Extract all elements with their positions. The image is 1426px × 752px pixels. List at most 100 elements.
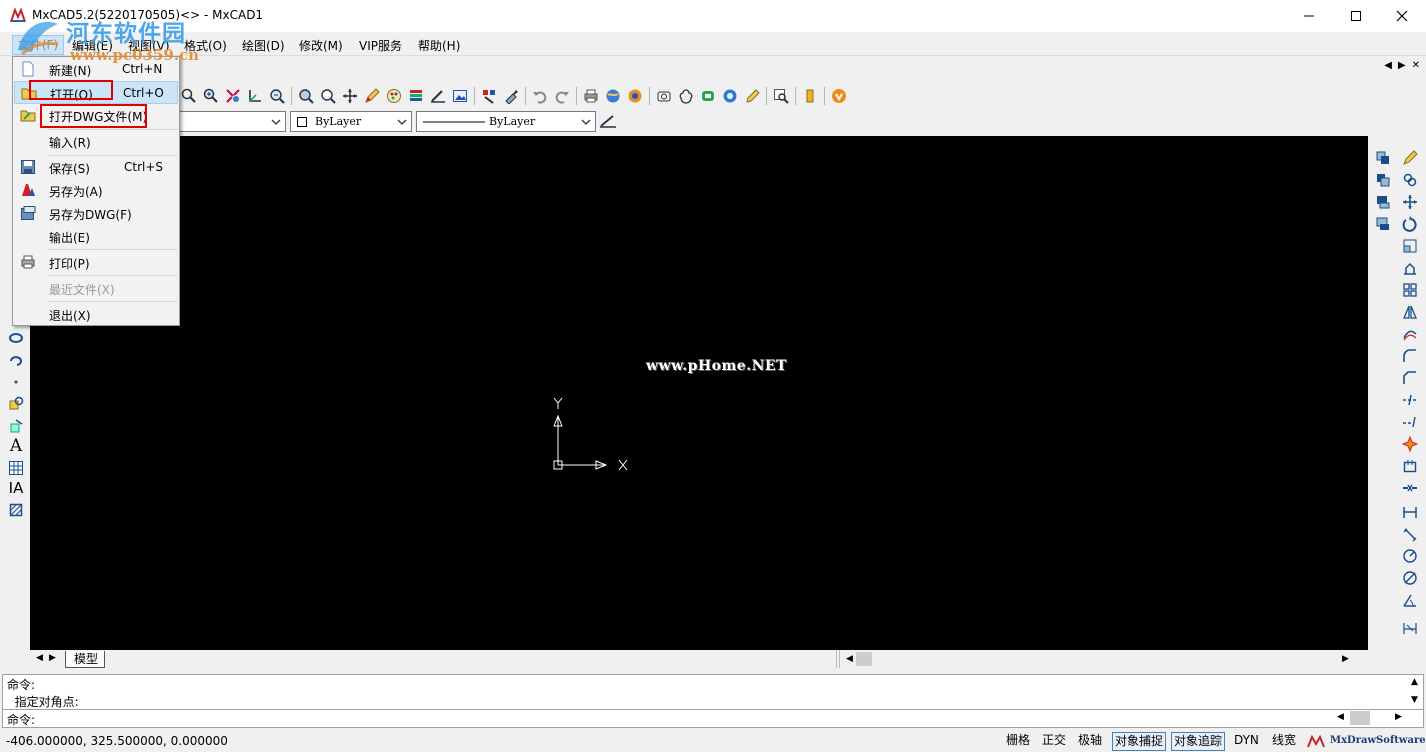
menu-item-import[interactable]: 输入(R) <box>14 130 178 153</box>
pan-button[interactable] <box>295 85 317 107</box>
linetype-button[interactable] <box>427 85 449 107</box>
extend-button[interactable] <box>1399 412 1421 432</box>
draw-order-back-button[interactable] <box>1372 170 1394 190</box>
move-tool-button[interactable] <box>1399 192 1421 212</box>
ellipse-arc-button[interactable] <box>6 350 26 370</box>
menu-modify[interactable]: 修改(M) <box>299 37 343 54</box>
layers-button[interactable] <box>405 85 427 107</box>
dim-baseline-button[interactable] <box>1399 618 1421 638</box>
hatch-button[interactable] <box>6 500 26 520</box>
cmd-scroll-down-button[interactable]: ▼ <box>1411 695 1418 705</box>
color-palette-button[interactable] <box>383 85 405 107</box>
mdi-next-button[interactable]: ▶ <box>1398 60 1406 71</box>
dyn-toggle[interactable]: DYN <box>1232 732 1261 751</box>
menu-format[interactable]: 格式(O) <box>184 37 227 54</box>
brush-button[interactable] <box>500 85 522 107</box>
tab-model[interactable]: 模型 <box>65 651 106 668</box>
minimize-button[interactable] <box>1286 0 1332 31</box>
menu-file[interactable]: 文件(F) <box>12 35 64 55</box>
cmd-scroll-left-button[interactable]: ◀ <box>1337 712 1344 722</box>
trim-button[interactable] <box>1399 390 1421 410</box>
color-combo[interactable]: ByLayer <box>290 111 412 132</box>
sketch-button[interactable] <box>741 85 763 107</box>
render-button[interactable] <box>602 85 624 107</box>
note-button[interactable] <box>697 85 719 107</box>
redo-button[interactable] <box>551 85 573 107</box>
stretch-button[interactable] <box>1399 258 1421 278</box>
chamfer-button[interactable] <box>1399 368 1421 388</box>
maximize-button[interactable] <box>1333 0 1379 31</box>
table-button[interactable] <box>6 458 26 478</box>
linetype-combo[interactable]: ByLayer <box>416 111 596 132</box>
make-block-button[interactable] <box>6 416 26 436</box>
dim-diameter-button[interactable] <box>1399 568 1421 588</box>
mdi-prev-button[interactable]: ◀ <box>1384 60 1392 71</box>
menu-item-export[interactable]: 输出(E) <box>14 225 178 248</box>
match-properties-button[interactable] <box>478 85 500 107</box>
dim-aligned-button[interactable] <box>1399 524 1421 544</box>
ellipse-button[interactable] <box>6 328 26 348</box>
menu-edit[interactable]: 编辑(E) <box>72 37 113 54</box>
zoom-extents-button[interactable] <box>222 85 244 107</box>
join-button[interactable] <box>1399 478 1421 498</box>
text-icon[interactable]: A <box>6 436 26 456</box>
array-button[interactable] <box>1399 280 1421 300</box>
cmd-scroll-up-button[interactable]: ▲ <box>1411 677 1418 687</box>
info-button[interactable] <box>719 85 741 107</box>
menu-vip[interactable]: VIP服务 <box>359 37 402 54</box>
menu-view[interactable]: 视图(V) <box>128 37 170 54</box>
dim-angular-button[interactable] <box>1399 590 1421 610</box>
draw-pencil-button[interactable] <box>361 85 383 107</box>
menu-item-new[interactable]: 新建(N) Ctrl+N <box>14 58 178 81</box>
scroll-thumb[interactable] <box>856 652 872 666</box>
menu-help[interactable]: 帮助(H) <box>418 37 460 54</box>
ortho-toggle[interactable]: 正交 <box>1040 732 1068 751</box>
explode-button[interactable] <box>1399 434 1421 454</box>
insert-image-button[interactable] <box>449 85 471 107</box>
menu-item-save[interactable]: 保存(S) Ctrl+S <box>14 156 178 179</box>
erase-button[interactable] <box>1399 148 1421 168</box>
drawing-canvas[interactable]: www.pHome.NET <box>30 136 1368 650</box>
revcloud-button[interactable] <box>675 85 697 107</box>
cloud-shape-button[interactable] <box>653 85 675 107</box>
offset-button[interactable] <box>1399 324 1421 344</box>
close-button[interactable] <box>1379 0 1425 31</box>
break-button[interactable] <box>1399 456 1421 476</box>
zoom-in-button[interactable] <box>200 85 222 107</box>
zoom-previous-button[interactable] <box>317 85 339 107</box>
cmd-scroll-thumb[interactable] <box>1350 711 1370 725</box>
print-button[interactable] <box>580 85 602 107</box>
copy-button[interactable] <box>1399 170 1421 190</box>
draw-order-above-button[interactable] <box>1372 192 1394 212</box>
lineweight-toggle[interactable]: 线宽 <box>1270 732 1298 751</box>
dim-linear-button[interactable] <box>1399 502 1421 522</box>
block-insert-button[interactable] <box>6 394 26 414</box>
preview-button[interactable] <box>770 85 792 107</box>
mdi-close-button[interactable]: ✕ <box>1412 60 1420 71</box>
menu-item-save-as[interactable]: 另存为(A) <box>14 179 178 202</box>
tab-scroll-right-button[interactable]: ▶ <box>49 653 56 663</box>
mirror-button[interactable] <box>1399 302 1421 322</box>
menu-item-print[interactable]: 打印(P) <box>14 251 178 274</box>
fillet-button[interactable] <box>1399 346 1421 366</box>
grid-toggle[interactable]: 栅格 <box>1004 732 1032 751</box>
scroll-left-button[interactable]: ◀ <box>846 654 853 664</box>
draw-order-below-button[interactable] <box>1372 214 1394 234</box>
tab-splitter[interactable] <box>836 650 840 668</box>
draw-order-front-button[interactable] <box>1372 148 1394 168</box>
undo-button[interactable] <box>529 85 551 107</box>
osnap-toggle[interactable]: 对象捕捉 <box>1112 732 1167 751</box>
otrack-toggle[interactable]: 对象追踪 <box>1171 732 1226 751</box>
tab-scroll-left-button[interactable]: ◀ <box>36 653 43 663</box>
menu-item-exit[interactable]: 退出(X) <box>14 303 178 326</box>
move-button[interactable] <box>339 85 361 107</box>
lineweight-button[interactable] <box>599 113 617 132</box>
point-button[interactable] <box>6 372 26 392</box>
layer-combo[interactable] <box>178 111 286 132</box>
mtext-icon[interactable]: IA <box>6 478 26 498</box>
cmd-scroll-right-button[interactable]: ▶ <box>1395 712 1402 722</box>
menu-item-open-dwg[interactable]: 打开DWG文件(M) <box>14 104 178 127</box>
scroll-right-button[interactable]: ▶ <box>1342 654 1349 664</box>
command-prompt[interactable]: 命令: <box>7 711 35 728</box>
dim-radius-button[interactable] <box>1399 546 1421 566</box>
